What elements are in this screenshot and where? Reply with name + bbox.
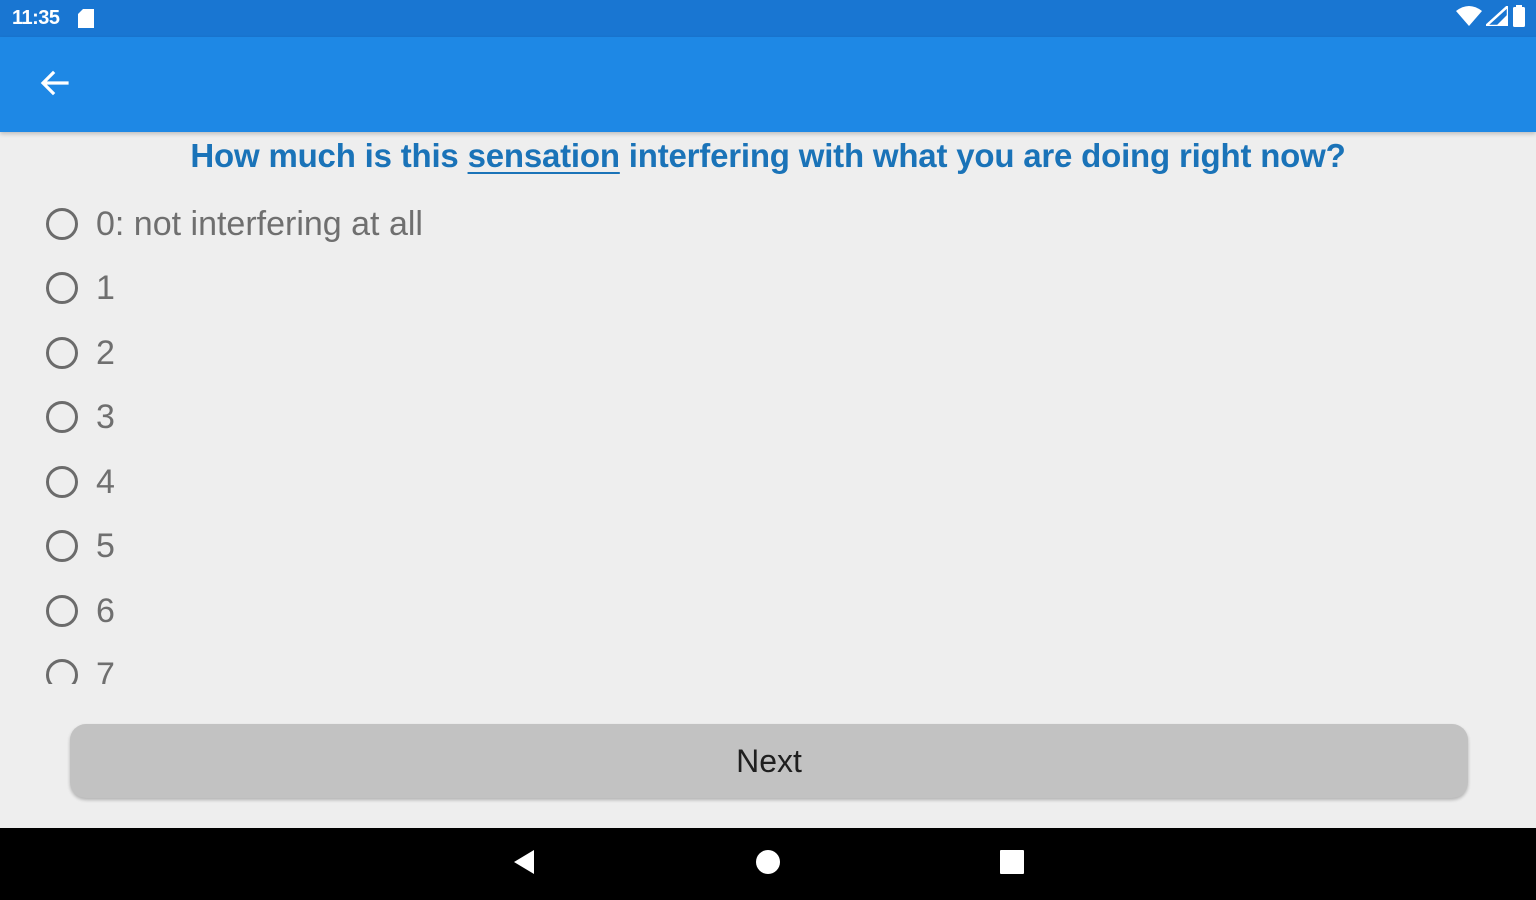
radio-option-label: 0: not interfering at all <box>96 204 423 243</box>
back-button[interactable] <box>30 65 78 105</box>
question-prefix: How much is this <box>190 137 468 174</box>
radio-option-label: 1 <box>96 268 115 307</box>
next-button[interactable]: Next <box>70 724 1468 798</box>
radio-option-6[interactable]: 6 <box>46 581 115 641</box>
arrow-left-icon <box>39 70 69 101</box>
status-left: 11:35 <box>12 7 94 30</box>
wifi-icon <box>1456 6 1482 31</box>
nav-recents-button[interactable] <box>990 844 1034 884</box>
nav-home-button[interactable] <box>746 844 790 884</box>
back-triangle-icon <box>512 849 536 880</box>
sensation-link[interactable]: sensation <box>468 137 620 174</box>
radio-group: 0: not interfering at all 1 2 3 4 5 6 7 <box>0 190 1536 684</box>
app-bar <box>0 37 1536 132</box>
radio-button[interactable] <box>46 466 78 498</box>
radio-option-7[interactable]: 7 <box>46 645 115 684</box>
signal-icon <box>1482 3 1510 31</box>
radio-option-label: 6 <box>96 591 115 630</box>
radio-option-label: 3 <box>96 397 115 436</box>
question-text: How much is this sensation interfering w… <box>0 137 1536 175</box>
status-bar: 11:35 <box>0 0 1536 37</box>
status-time: 11:35 <box>12 7 60 29</box>
radio-option-label: 7 <box>96 655 115 685</box>
radio-option-label: 4 <box>96 462 115 501</box>
battery-icon <box>1512 5 1526 32</box>
radio-button[interactable] <box>46 337 78 369</box>
radio-option-0[interactable]: 0: not interfering at all <box>46 194 423 254</box>
nav-back-button[interactable] <box>502 844 546 884</box>
radio-button[interactable] <box>46 401 78 433</box>
question-suffix: interfering with what you are doing righ… <box>619 137 1346 174</box>
radio-option-label: 5 <box>96 526 115 565</box>
radio-option-4[interactable]: 4 <box>46 452 115 512</box>
radio-button[interactable] <box>46 530 78 562</box>
radio-option-1[interactable]: 1 <box>46 258 115 318</box>
radio-button[interactable] <box>46 659 78 684</box>
radio-option-2[interactable]: 2 <box>46 323 115 383</box>
radio-button[interactable] <box>46 208 78 240</box>
system-nav-bar <box>0 828 1536 900</box>
status-right <box>1456 3 1526 32</box>
radio-option-3[interactable]: 3 <box>46 387 115 447</box>
radio-button[interactable] <box>46 595 78 627</box>
sd-card-icon <box>77 9 94 28</box>
radio-option-5[interactable]: 5 <box>46 516 115 576</box>
radio-option-label: 2 <box>96 333 115 372</box>
radio-button[interactable] <box>46 272 78 304</box>
home-circle-icon <box>755 849 781 880</box>
recents-square-icon <box>1000 849 1024 879</box>
